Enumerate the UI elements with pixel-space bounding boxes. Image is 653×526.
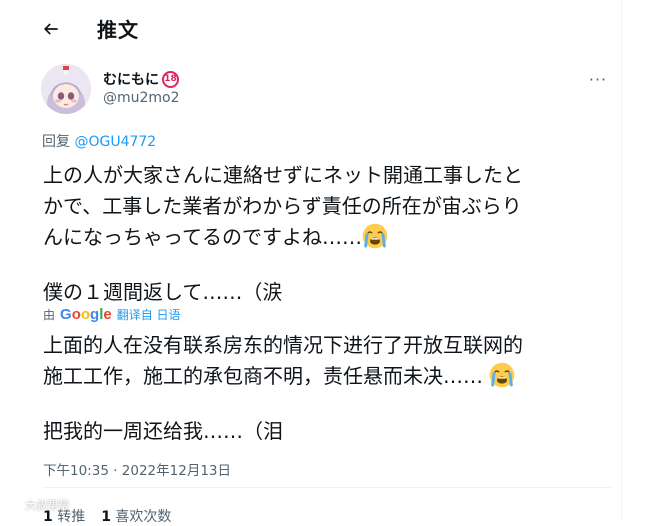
- more-button[interactable]: ···: [585, 68, 611, 90]
- translated-line: 上面的人在没有联系房东的情况下进行了开放互联网的: [43, 333, 523, 357]
- reply-context: 回复 @OGU4772: [42, 131, 156, 151]
- translated-line: 施工工作，施工的承包商不明，责任悬而未决……: [43, 361, 603, 392]
- translated-line: 把我的一周还给我……（泪: [43, 419, 283, 443]
- author-display-name: むにもに: [103, 72, 159, 88]
- tweet-line: 上の人が大家さんに連絡せずにネット開通工事したと: [43, 163, 523, 187]
- more-horizontal-icon: ···: [588, 69, 608, 89]
- watermark-logo-icon: [8, 498, 22, 512]
- watermark: 大叔帮帮: [8, 497, 69, 513]
- tweet-line-text: んになっちゃってるのですよね……: [43, 225, 362, 249]
- crying-face-icon: [362, 223, 388, 249]
- translated-line-text: 施工工作，施工的承包商不明，责任悬而未决……: [43, 364, 483, 388]
- tweet-line: 僕の１週間返して……（涙: [43, 280, 283, 304]
- author-handle[interactable]: @mu2mo2: [103, 90, 180, 106]
- translated-text: 上面的人在没有联系房东的情况下进行了开放互联网的 施工工作，施工的承包商不明，责…: [43, 330, 603, 447]
- crying-face-icon: [490, 362, 515, 388]
- google-logo-icon: Google: [60, 306, 112, 323]
- likes-label: 喜欢次数: [115, 509, 172, 525]
- reply-prefix: 回复: [42, 134, 75, 150]
- blurred-background: [480, 16, 540, 42]
- arrow-left-icon: [43, 23, 58, 35]
- blurred-background: [350, 10, 420, 40]
- likes-stat[interactable]: 1 喜欢次数: [101, 506, 171, 526]
- translation-source-link[interactable]: 翻译自 日语: [117, 306, 181, 323]
- translated-by-label: 由: [43, 308, 56, 322]
- blurred-background: [230, 14, 290, 42]
- author-name[interactable]: むにもに 18: [103, 69, 179, 89]
- likes-count: 1: [101, 509, 111, 525]
- age-18-badge-icon: 18: [162, 70, 179, 88]
- back-button[interactable]: [34, 12, 68, 46]
- tweet-page: 推文 むにもに 18 @mu2mo2 ··· 回复 @OGU4772 上の人が大…: [0, 0, 653, 525]
- tweet-line: んになっちゃってるのですよね……: [43, 222, 603, 253]
- top-header: 推文: [0, 0, 621, 56]
- translation-attribution: 由 Google 翻译自 日语: [43, 306, 181, 323]
- stats-divider: [43, 487, 611, 488]
- page-title: 推文: [97, 18, 139, 42]
- tweet-text: 上の人が大家さんに連絡せずにネット開通工事したと かで、工事した業者がわからず責…: [43, 160, 603, 308]
- avatar-image: [41, 64, 91, 114]
- tweet-timestamp[interactable]: 下午10:35 · 2022年12月13日: [43, 459, 231, 479]
- reply-mention-link[interactable]: @OGU4772: [74, 134, 156, 150]
- column-divider: [621, 0, 622, 520]
- watermark-text: 大叔帮帮: [25, 499, 69, 512]
- avatar[interactable]: [41, 64, 91, 114]
- tweet-line: かで、工事した業者がわからず責任の所在が宙ぶらり: [43, 194, 522, 218]
